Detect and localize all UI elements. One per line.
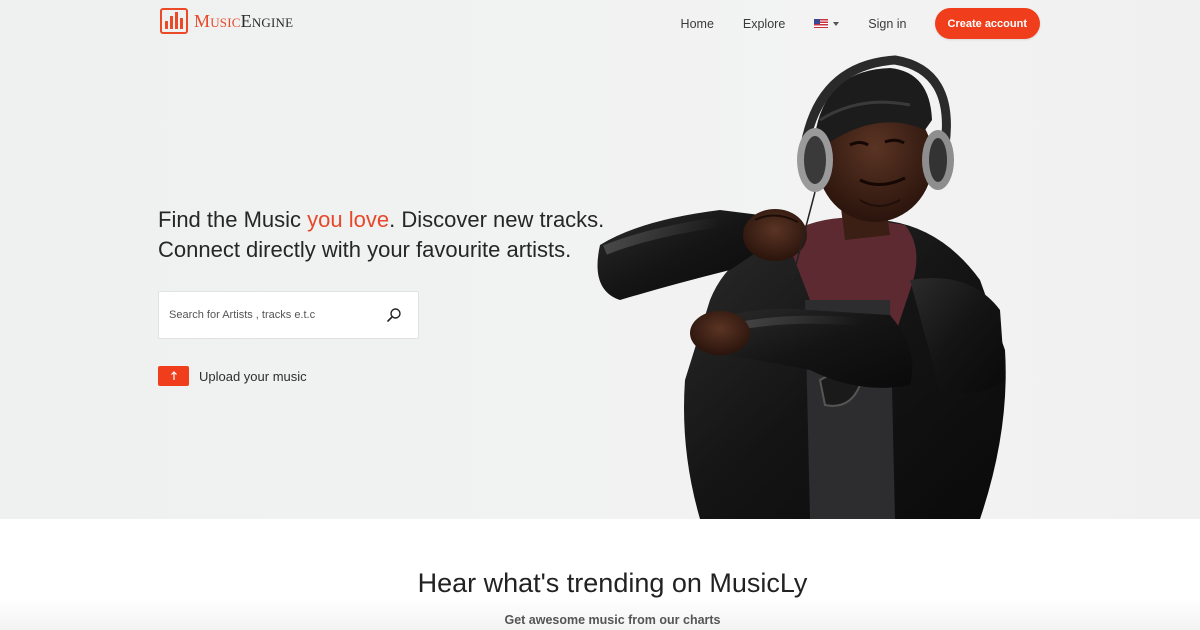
brand-name-part1: Music	[194, 10, 241, 31]
create-account-button[interactable]: Create account	[934, 8, 1040, 39]
search-input[interactable]	[169, 309, 369, 321]
nav-explore-link[interactable]: Explore	[743, 17, 785, 31]
equalizer-logo-icon	[160, 8, 188, 34]
headline-accent: you love	[307, 207, 390, 232]
brand-name-part2: Engine	[240, 10, 294, 31]
nav-home-link[interactable]: Home	[681, 17, 714, 31]
hero-person-image	[597, 55, 1006, 519]
sign-in-link[interactable]: Sign in	[868, 17, 906, 31]
upload-music-link[interactable]: Upload your music	[158, 366, 307, 386]
brand-name: MusicEngine	[194, 11, 293, 32]
hero-headline: Find the Music you love. Discover new tr…	[158, 205, 604, 265]
headline-line2: Connect directly with your favourite art…	[158, 237, 572, 262]
upload-label: Upload your music	[199, 368, 307, 384]
search-box	[158, 291, 419, 339]
brand-logo[interactable]: MusicEngine	[160, 8, 293, 34]
search-icon[interactable]	[386, 307, 402, 323]
hero-section: MusicEngine Home Explore Sign in Create …	[0, 0, 1200, 519]
upload-arrow-icon	[170, 371, 177, 380]
chevron-down-icon	[833, 21, 840, 26]
language-selector[interactable]	[814, 19, 840, 28]
headline-part1: Find the Music	[158, 207, 308, 232]
us-flag-icon	[814, 19, 829, 28]
upload-button[interactable]	[158, 366, 189, 386]
trending-subtitle: Get awesome music from our charts	[504, 613, 721, 627]
top-nav: Home Explore Sign in Create account	[681, 8, 1040, 39]
trending-title: Hear what's trending on MusicLy	[417, 568, 808, 598]
